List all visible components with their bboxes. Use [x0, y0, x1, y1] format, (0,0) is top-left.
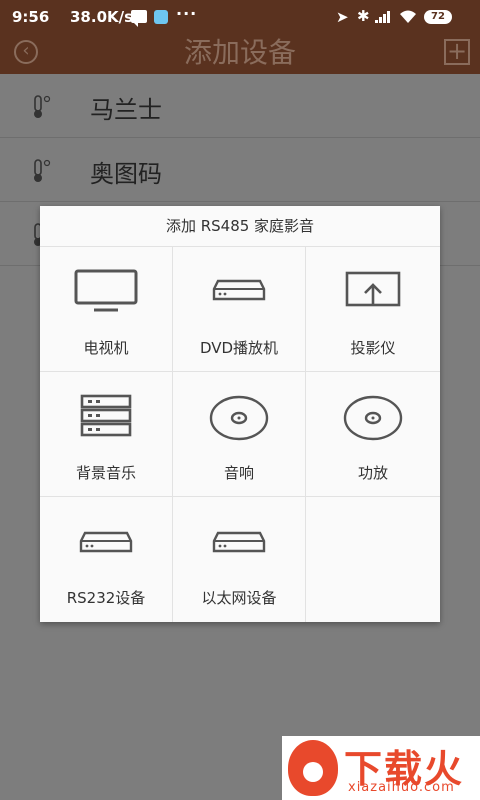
watermark-subtitle: xiazaihuo.com [348, 780, 455, 795]
option-label: 背景音乐 [75, 464, 136, 482]
option-label: 功放 [357, 464, 388, 482]
device-name: 奥图码 [90, 160, 162, 188]
disc-icon [173, 394, 305, 446]
signal-icon [375, 11, 393, 23]
list-item[interactable]: 奥图码 [0, 138, 480, 202]
location-icon: ➤ [336, 8, 349, 26]
thermometer-icon [30, 94, 52, 124]
list-item[interactable]: 马兰士 [0, 74, 480, 138]
app-bar: ‹ 添加设备 + [0, 34, 480, 74]
option-amplifier[interactable]: 功放 [306, 372, 440, 497]
wifi-icon [398, 8, 418, 28]
option-rs232-device[interactable]: RS232设备 [40, 497, 173, 622]
dvd-player-icon [173, 269, 305, 317]
flame-icon [288, 740, 338, 796]
option-label: DVD播放机 [199, 339, 279, 357]
watermark-logo: 下载火 xiazaihuo.com [282, 736, 480, 800]
option-dvd-player[interactable]: DVD播放机 [173, 247, 306, 372]
device-name: 马兰士 [90, 96, 162, 124]
option-speaker[interactable]: 音响 [173, 372, 306, 497]
projector-icon [306, 269, 440, 317]
option-label: 以太网设备 [201, 589, 277, 607]
plus-square-icon[interactable]: + [444, 39, 470, 65]
message-icon [131, 10, 147, 27]
server-rack-icon [40, 394, 172, 442]
battery-indicator: 72 [424, 10, 452, 24]
option-tv[interactable]: 电视机 [40, 247, 173, 372]
page-title: 添加设备 [183, 36, 296, 69]
option-ethernet-device[interactable]: 以太网设备 [173, 497, 306, 622]
network-speed: 38.0K/s [70, 8, 134, 26]
device-box-icon [173, 519, 305, 567]
option-label: 电视机 [83, 339, 129, 357]
add-device-dialog: 添加 RS485 家庭影音 电视机 DVD播放机 投影仪 背景音乐 音响 功放 … [40, 206, 440, 622]
bluetooth-icon: ✱ [357, 7, 370, 25]
more-notifications: ··· [176, 4, 198, 23]
tv-icon [40, 269, 172, 317]
app-notification-icon [154, 10, 168, 24]
option-label: 音响 [223, 464, 254, 482]
option-label: 投影仪 [350, 339, 396, 357]
option-projector[interactable]: 投影仪 [306, 247, 440, 372]
status-time: 9:56 [12, 8, 50, 26]
device-box-icon [40, 519, 172, 567]
thermometer-icon [30, 158, 52, 188]
dialog-title: 添加 RS485 家庭影音 [40, 206, 440, 247]
disc-icon [306, 394, 440, 446]
option-label: RS232设备 [66, 589, 146, 607]
status-bar: 9:56 38.0K/s ··· ➤ ✱ 72 [0, 0, 480, 34]
option-background-music[interactable]: 背景音乐 [40, 372, 173, 497]
